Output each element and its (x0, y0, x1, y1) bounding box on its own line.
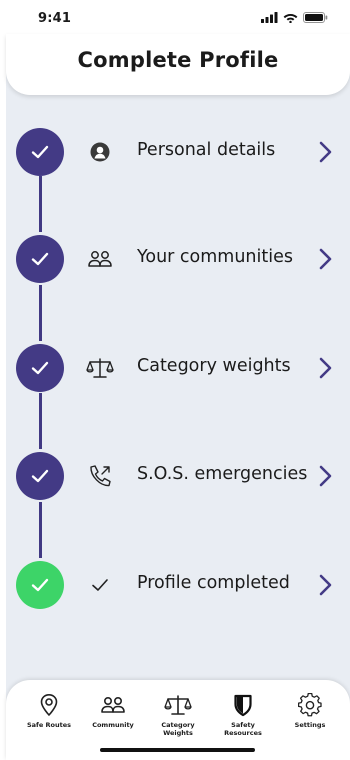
phone-call-icon (86, 463, 114, 489)
step-category-weights[interactable]: Category weights (0, 342, 350, 394)
checkmark-icon (31, 578, 49, 592)
status-icons (261, 12, 328, 23)
shield-icon (229, 692, 257, 718)
home-indicator (100, 748, 255, 752)
scales-icon (86, 355, 114, 381)
people-icon (99, 692, 127, 718)
step-personal-details[interactable]: Personal details (0, 126, 350, 178)
step-label: Category weights (137, 356, 291, 376)
location-pin-icon (35, 692, 63, 718)
step-label: S.O.S. emergencies (137, 464, 308, 484)
page-title: Complete Profile (77, 48, 279, 72)
checkmark-icon (31, 252, 49, 266)
step-sos-emergencies[interactable]: S.O.S. emergencies (0, 450, 350, 502)
tab-label: Community (92, 721, 134, 729)
checkmark-icon (31, 361, 49, 375)
timeline-connector (39, 393, 42, 449)
battery-icon (303, 12, 328, 23)
tab-safe-routes[interactable]: Safe Routes (16, 692, 82, 744)
tab-label: Safe Routes (26, 721, 72, 729)
person-icon (86, 139, 114, 165)
step-label: Personal details (137, 140, 276, 160)
people-icon (86, 246, 114, 272)
step-label: Profile completed (137, 573, 290, 593)
tab-community[interactable]: Community (80, 692, 146, 744)
step-status-circle (16, 344, 64, 392)
step-status-circle (16, 235, 64, 283)
signal-icon (261, 12, 278, 23)
step-status-circle (16, 128, 64, 176)
chevron-right-icon[interactable] (316, 573, 334, 597)
gear-icon (296, 692, 324, 718)
chevron-right-icon[interactable] (316, 247, 334, 271)
tab-label: Safety Resources (224, 721, 262, 737)
status-bar: 9:41 (0, 0, 350, 34)
chevron-right-icon[interactable] (316, 140, 334, 164)
tab-settings[interactable]: Settings (277, 692, 343, 744)
chevron-right-icon[interactable] (316, 356, 334, 380)
tab-category-weights[interactable]: Category Weights (145, 692, 211, 744)
timeline-connector (39, 176, 42, 232)
wifi-icon (283, 14, 298, 23)
step-profile-completed[interactable]: Profile completed (0, 559, 350, 611)
check-icon (86, 572, 114, 598)
chevron-right-icon[interactable] (316, 464, 334, 488)
tab-safety-resources[interactable]: Safety Resources (210, 692, 276, 744)
step-label: Your communities (137, 247, 293, 267)
tab-label: Category Weights (161, 721, 195, 737)
timeline-connector (39, 285, 42, 341)
checkmark-icon (31, 469, 49, 483)
timeline-connector (39, 502, 42, 558)
step-status-circle (16, 452, 64, 500)
checkmark-icon (31, 145, 49, 159)
tab-label: Settings (294, 721, 326, 729)
header: Complete Profile (6, 34, 350, 95)
step-status-circle (16, 561, 64, 609)
status-time: 9:41 (38, 11, 72, 26)
step-your-communities[interactable]: Your communities (0, 233, 350, 285)
scales-icon (164, 692, 192, 718)
